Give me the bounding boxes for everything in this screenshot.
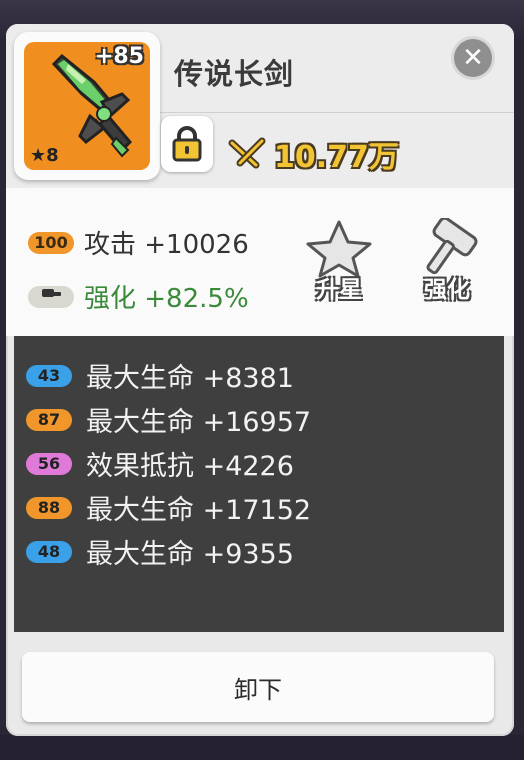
background-bottom [0,735,524,760]
sub-stat-text: 最大生命 +9355 [86,539,294,570]
main-stat-badge: 100 [28,231,74,254]
main-stat-text: 攻击 +10026 [84,230,249,260]
sub-stat-text: 最大生命 +8381 [86,363,294,394]
main-stat-text: 强化 +82.5% [84,284,249,314]
header-divider [156,112,514,113]
star-level-label: ★8 [30,145,59,166]
main-stat-row: 强化 +82.5% [28,278,249,315]
item-detail-panel: +85 ★8 传说长剑 ✕ 10.77万 100 攻击 +10026 强化 +8… [6,24,514,736]
list-item: 87 最大生命 +16957 [26,400,311,439]
combat-power: 10.77万 [228,132,399,176]
item-icon-frame: +85 ★8 [14,32,160,180]
sub-stat-badge: 88 [26,496,72,519]
close-icon: ✕ [462,43,484,73]
item-icon: +85 ★8 [24,42,150,170]
star-up-label: 升星 [316,277,362,303]
list-item: 43 最大生命 +8381 [26,356,294,395]
sub-stat-badge: 48 [26,540,72,563]
unequip-button[interactable]: 卸下 [22,652,494,722]
unequip-label: 卸下 [234,675,282,704]
enhance-label: 强化 [424,277,470,303]
sub-stat-text: 最大生命 +16957 [86,407,312,438]
crossed-swords-icon [228,137,266,169]
sub-stat-badge: 87 [26,408,72,431]
plus-level-label: +85 [94,44,144,69]
sub-stat-text: 最大生命 +17152 [86,495,312,526]
sub-stat-badge: 43 [26,364,72,387]
star-up-button[interactable]: 升星 [304,218,374,308]
star-icon [306,220,372,278]
list-item: 48 最大生命 +9355 [26,532,294,571]
list-item: 56 效果抵抗 +4226 [26,444,294,483]
lock-button[interactable] [161,116,213,172]
item-header: +85 ★8 传说长剑 ✕ 10.77万 [6,24,514,188]
hammer-icon [42,288,61,297]
item-name: 传说长剑 [174,57,295,91]
enhance-button[interactable]: 强化 [412,216,482,308]
sub-stat-badge: 56 [26,452,72,475]
main-stat-row: 100 攻击 +10026 [28,224,249,261]
close-button[interactable]: ✕ [454,39,492,77]
lock-icon [172,126,202,162]
hammer-icon [426,216,478,275]
sub-stat-text: 效果抵抗 +4226 [86,451,294,482]
hammer-badge [28,285,74,308]
list-item: 88 最大生命 +17152 [26,488,311,527]
sub-stats-list: 43 最大生命 +8381 87 最大生命 +16957 56 效果抵抗 +42… [14,336,504,632]
combat-power-value: 10.77万 [274,140,399,175]
main-stats-section: 100 攻击 +10026 强化 +82.5% 升星 强化 [6,188,514,336]
